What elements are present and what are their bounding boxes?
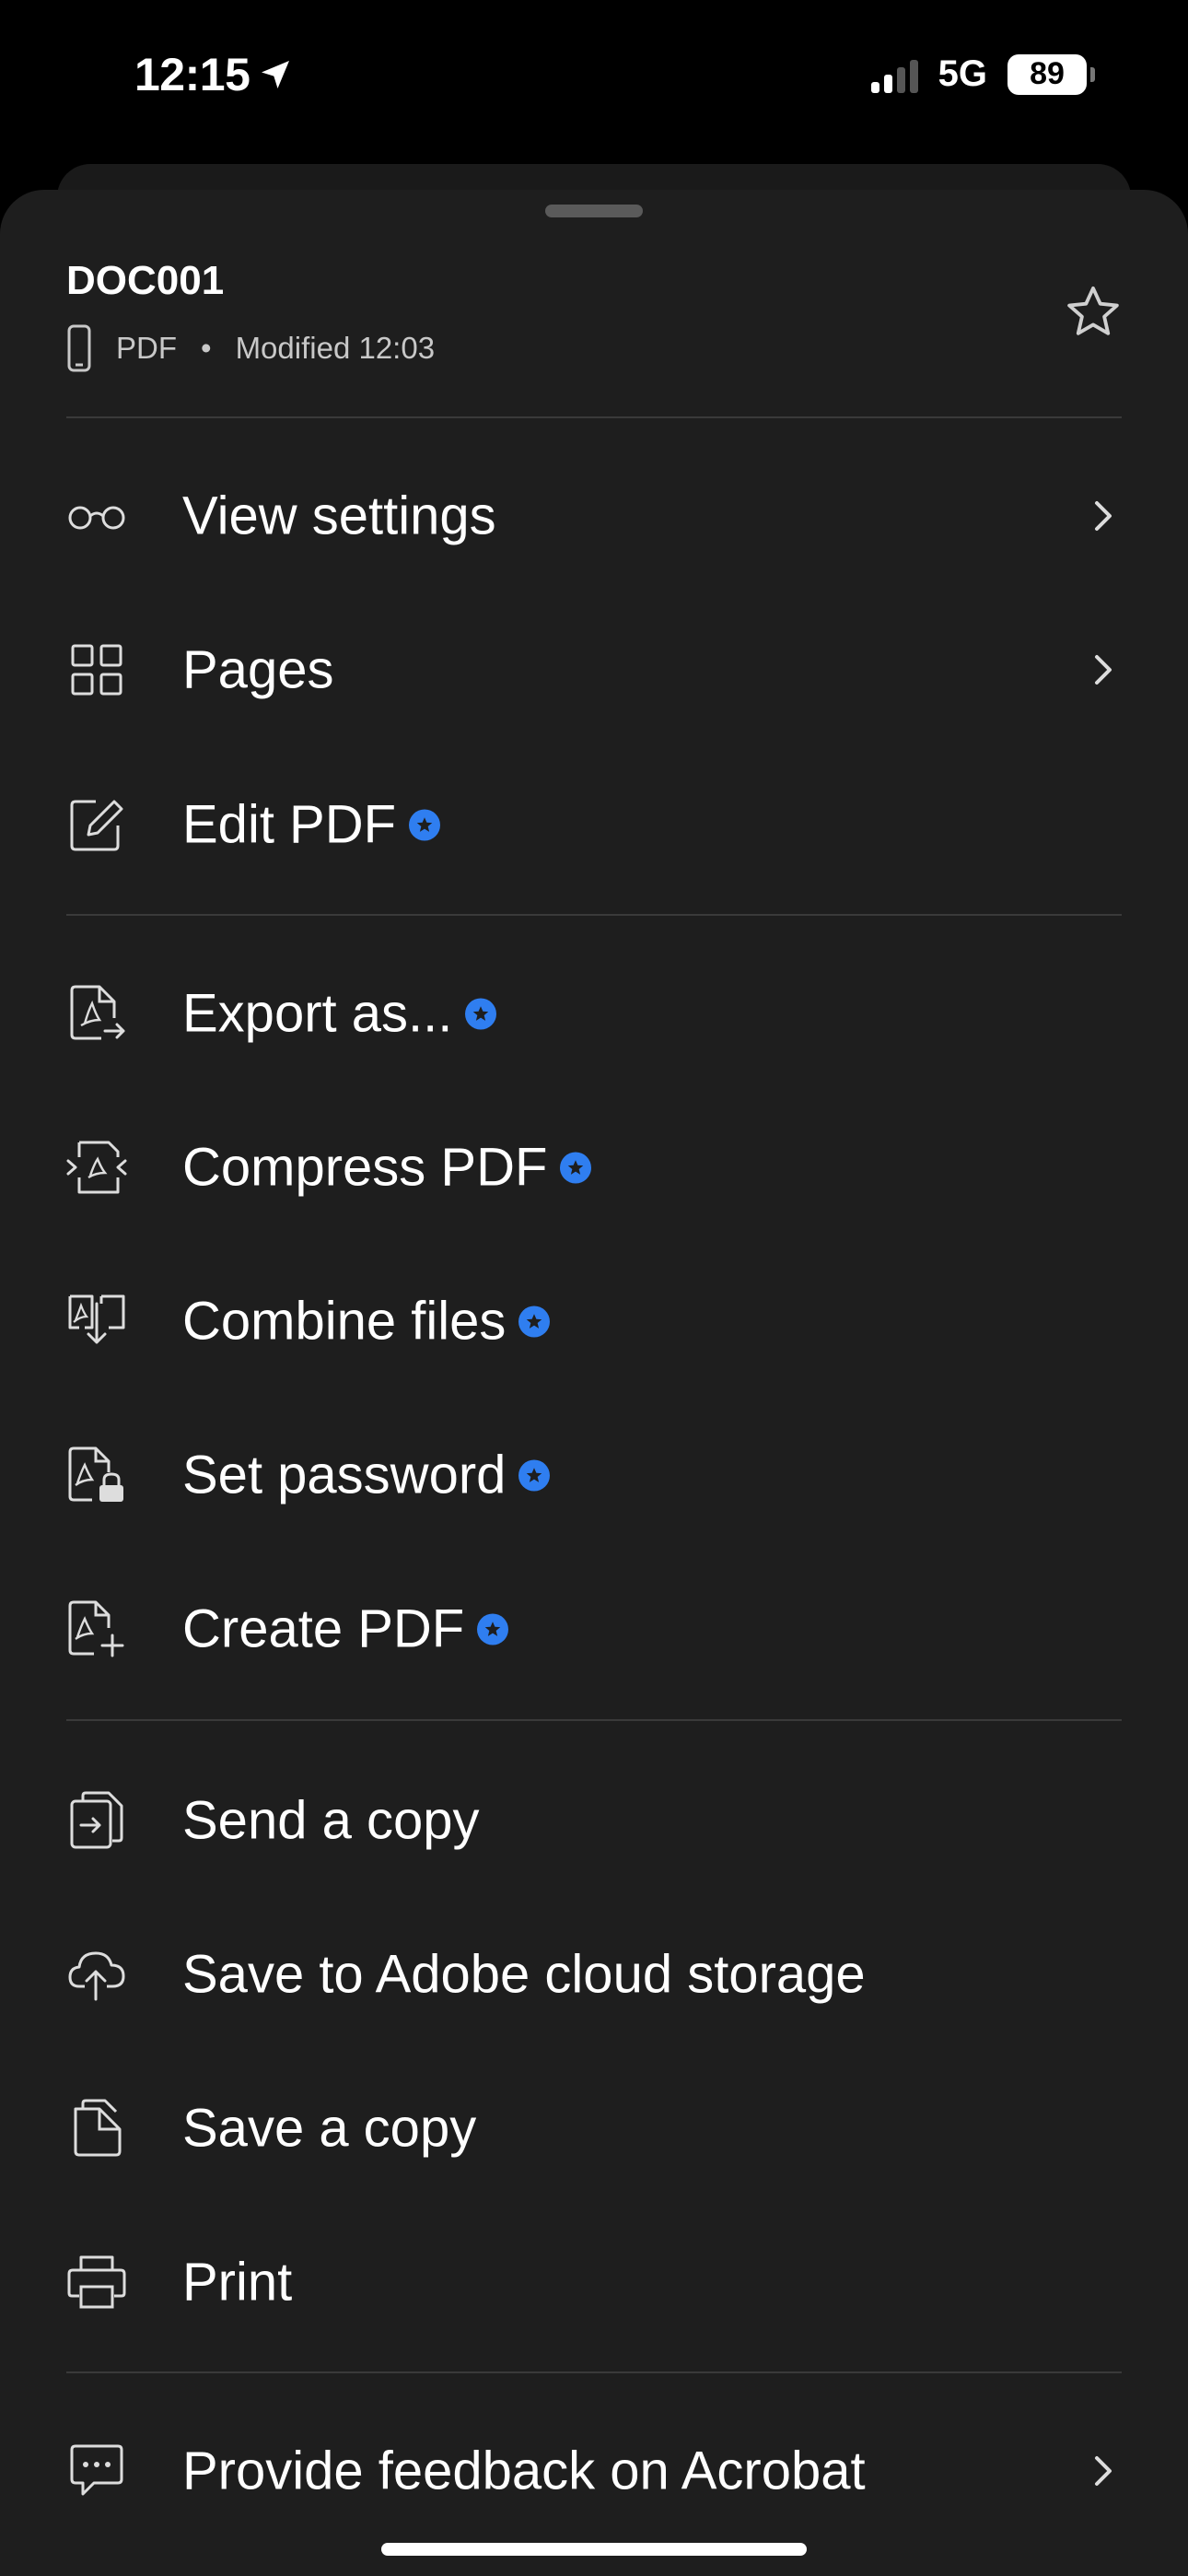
premium-star-badge-icon <box>518 1459 551 1491</box>
menu-item-create-pdf[interactable]: Create PDF <box>0 1555 1188 1703</box>
menu-label: Pages <box>182 639 334 700</box>
send-copy-icon <box>64 1788 129 1853</box>
meta-separator: • <box>201 331 212 365</box>
home-indicator[interactable] <box>381 2543 807 2556</box>
menu-label: Print <box>182 2252 293 2313</box>
chevron-right-icon <box>1095 501 1112 531</box>
status-indicators: 5G 89 <box>870 53 1095 95</box>
divider <box>66 914 1122 916</box>
menu-item-feedback[interactable]: Provide feedback on Acrobat <box>0 2397 1188 2545</box>
menu-label: View settings <box>182 486 496 546</box>
premium-star-badge-icon <box>518 1306 551 1337</box>
menu-item-combine-files[interactable]: Combine files <box>0 1247 1188 1395</box>
document-meta: PDF • Modified 12:03 <box>66 324 435 372</box>
favorite-star-icon[interactable] <box>1063 282 1124 343</box>
menu-item-print[interactable]: Print <box>0 2208 1188 2356</box>
sheet-grabber[interactable] <box>545 205 643 217</box>
battery-icon: 89 <box>1007 53 1095 95</box>
menu-label: Export as... <box>182 983 497 1045</box>
pages-grid-icon <box>64 638 129 702</box>
glasses-icon <box>64 484 129 548</box>
battery-level: 89 <box>1030 56 1065 91</box>
premium-star-badge-icon <box>409 809 441 840</box>
menu-item-save-copy[interactable]: Save a copy <box>0 2055 1188 2202</box>
combine-files-icon <box>64 1289 129 1353</box>
create-pdf-icon <box>64 1597 129 1661</box>
menu-item-pages[interactable]: Pages <box>0 596 1188 744</box>
menu-label: Save a copy <box>182 2098 477 2159</box>
premium-star-badge-icon <box>560 1152 592 1183</box>
phone-device-icon <box>67 324 91 372</box>
pdf-lock-icon <box>64 1443 129 1507</box>
save-copy-icon <box>64 2096 129 2160</box>
menu-label: Combine files <box>182 1291 551 1352</box>
network-type: 5G <box>938 53 987 94</box>
status-bar: 12:15 5G 89 <box>0 0 1188 157</box>
document-modified: Modified 12:03 <box>235 331 436 365</box>
menu-item-view-settings[interactable]: View settings <box>0 442 1188 590</box>
status-time: 12:15 <box>134 48 294 101</box>
document-title: DOC001 <box>66 258 225 303</box>
feedback-chat-icon <box>64 2439 129 2503</box>
menu-item-save-cloud[interactable]: Save to Adobe cloud storage <box>0 1901 1188 2048</box>
menu-label: Edit PDF <box>182 794 441 856</box>
export-pdf-icon <box>64 981 129 1046</box>
menu-item-set-password[interactable]: Set password <box>0 1401 1188 1549</box>
edit-pencil-icon <box>64 792 129 857</box>
menu-label: Create PDF <box>182 1598 509 1660</box>
divider <box>66 1719 1122 1721</box>
menu-item-compress-pdf[interactable]: Compress PDF <box>0 1094 1188 1241</box>
menu-item-export-as[interactable]: Export as... <box>0 940 1188 1087</box>
document-type: PDF <box>116 331 177 365</box>
divider <box>66 416 1122 418</box>
menu-item-edit-pdf[interactable]: Edit PDF <box>0 751 1188 898</box>
signal-strength-icon <box>870 56 918 93</box>
chevron-right-icon <box>1095 2456 1112 2486</box>
menu-label: Send a copy <box>182 1790 480 1851</box>
premium-star-badge-icon <box>477 1613 509 1645</box>
menu-label: Save to Adobe cloud storage <box>182 1944 866 2005</box>
premium-star-badge-icon <box>465 998 497 1029</box>
action-sheet: DOC001 PDF • Modified 12:03 View setting… <box>0 190 1188 2576</box>
location-arrow-icon <box>262 61 290 88</box>
divider <box>66 2371 1122 2373</box>
menu-label: Compress PDF <box>182 1137 592 1199</box>
compress-pdf-icon <box>64 1135 129 1200</box>
chevron-right-icon <box>1095 655 1112 685</box>
cloud-upload-icon <box>64 1942 129 2007</box>
menu-label: Set password <box>182 1445 551 1506</box>
printer-icon <box>64 2250 129 2314</box>
menu-label: Provide feedback on Acrobat <box>182 2441 866 2501</box>
menu-item-send-copy[interactable]: Send a copy <box>0 1747 1188 1894</box>
